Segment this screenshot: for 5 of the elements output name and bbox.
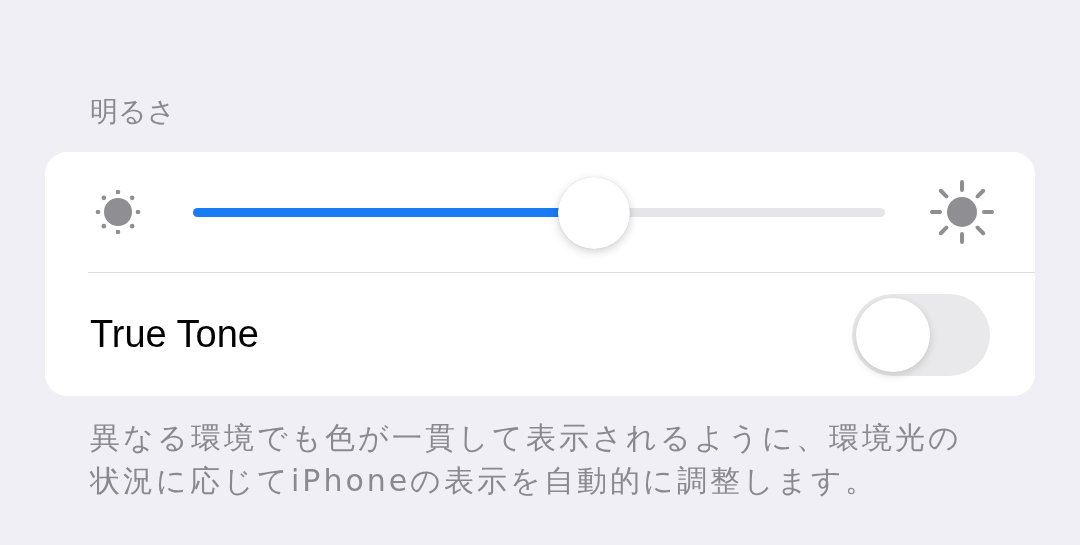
- setting-label: True Tone: [90, 313, 259, 356]
- sun-icon: [930, 180, 994, 244]
- footer-text: 異なる環境でも色が一貫して表示されるように、環境光の状況に応じてiPhoneの表示を自動的に調整します。: [90, 419, 963, 500]
- slider-thumb[interactable]: [558, 176, 631, 249]
- section-header: 明るさ: [89, 94, 177, 130]
